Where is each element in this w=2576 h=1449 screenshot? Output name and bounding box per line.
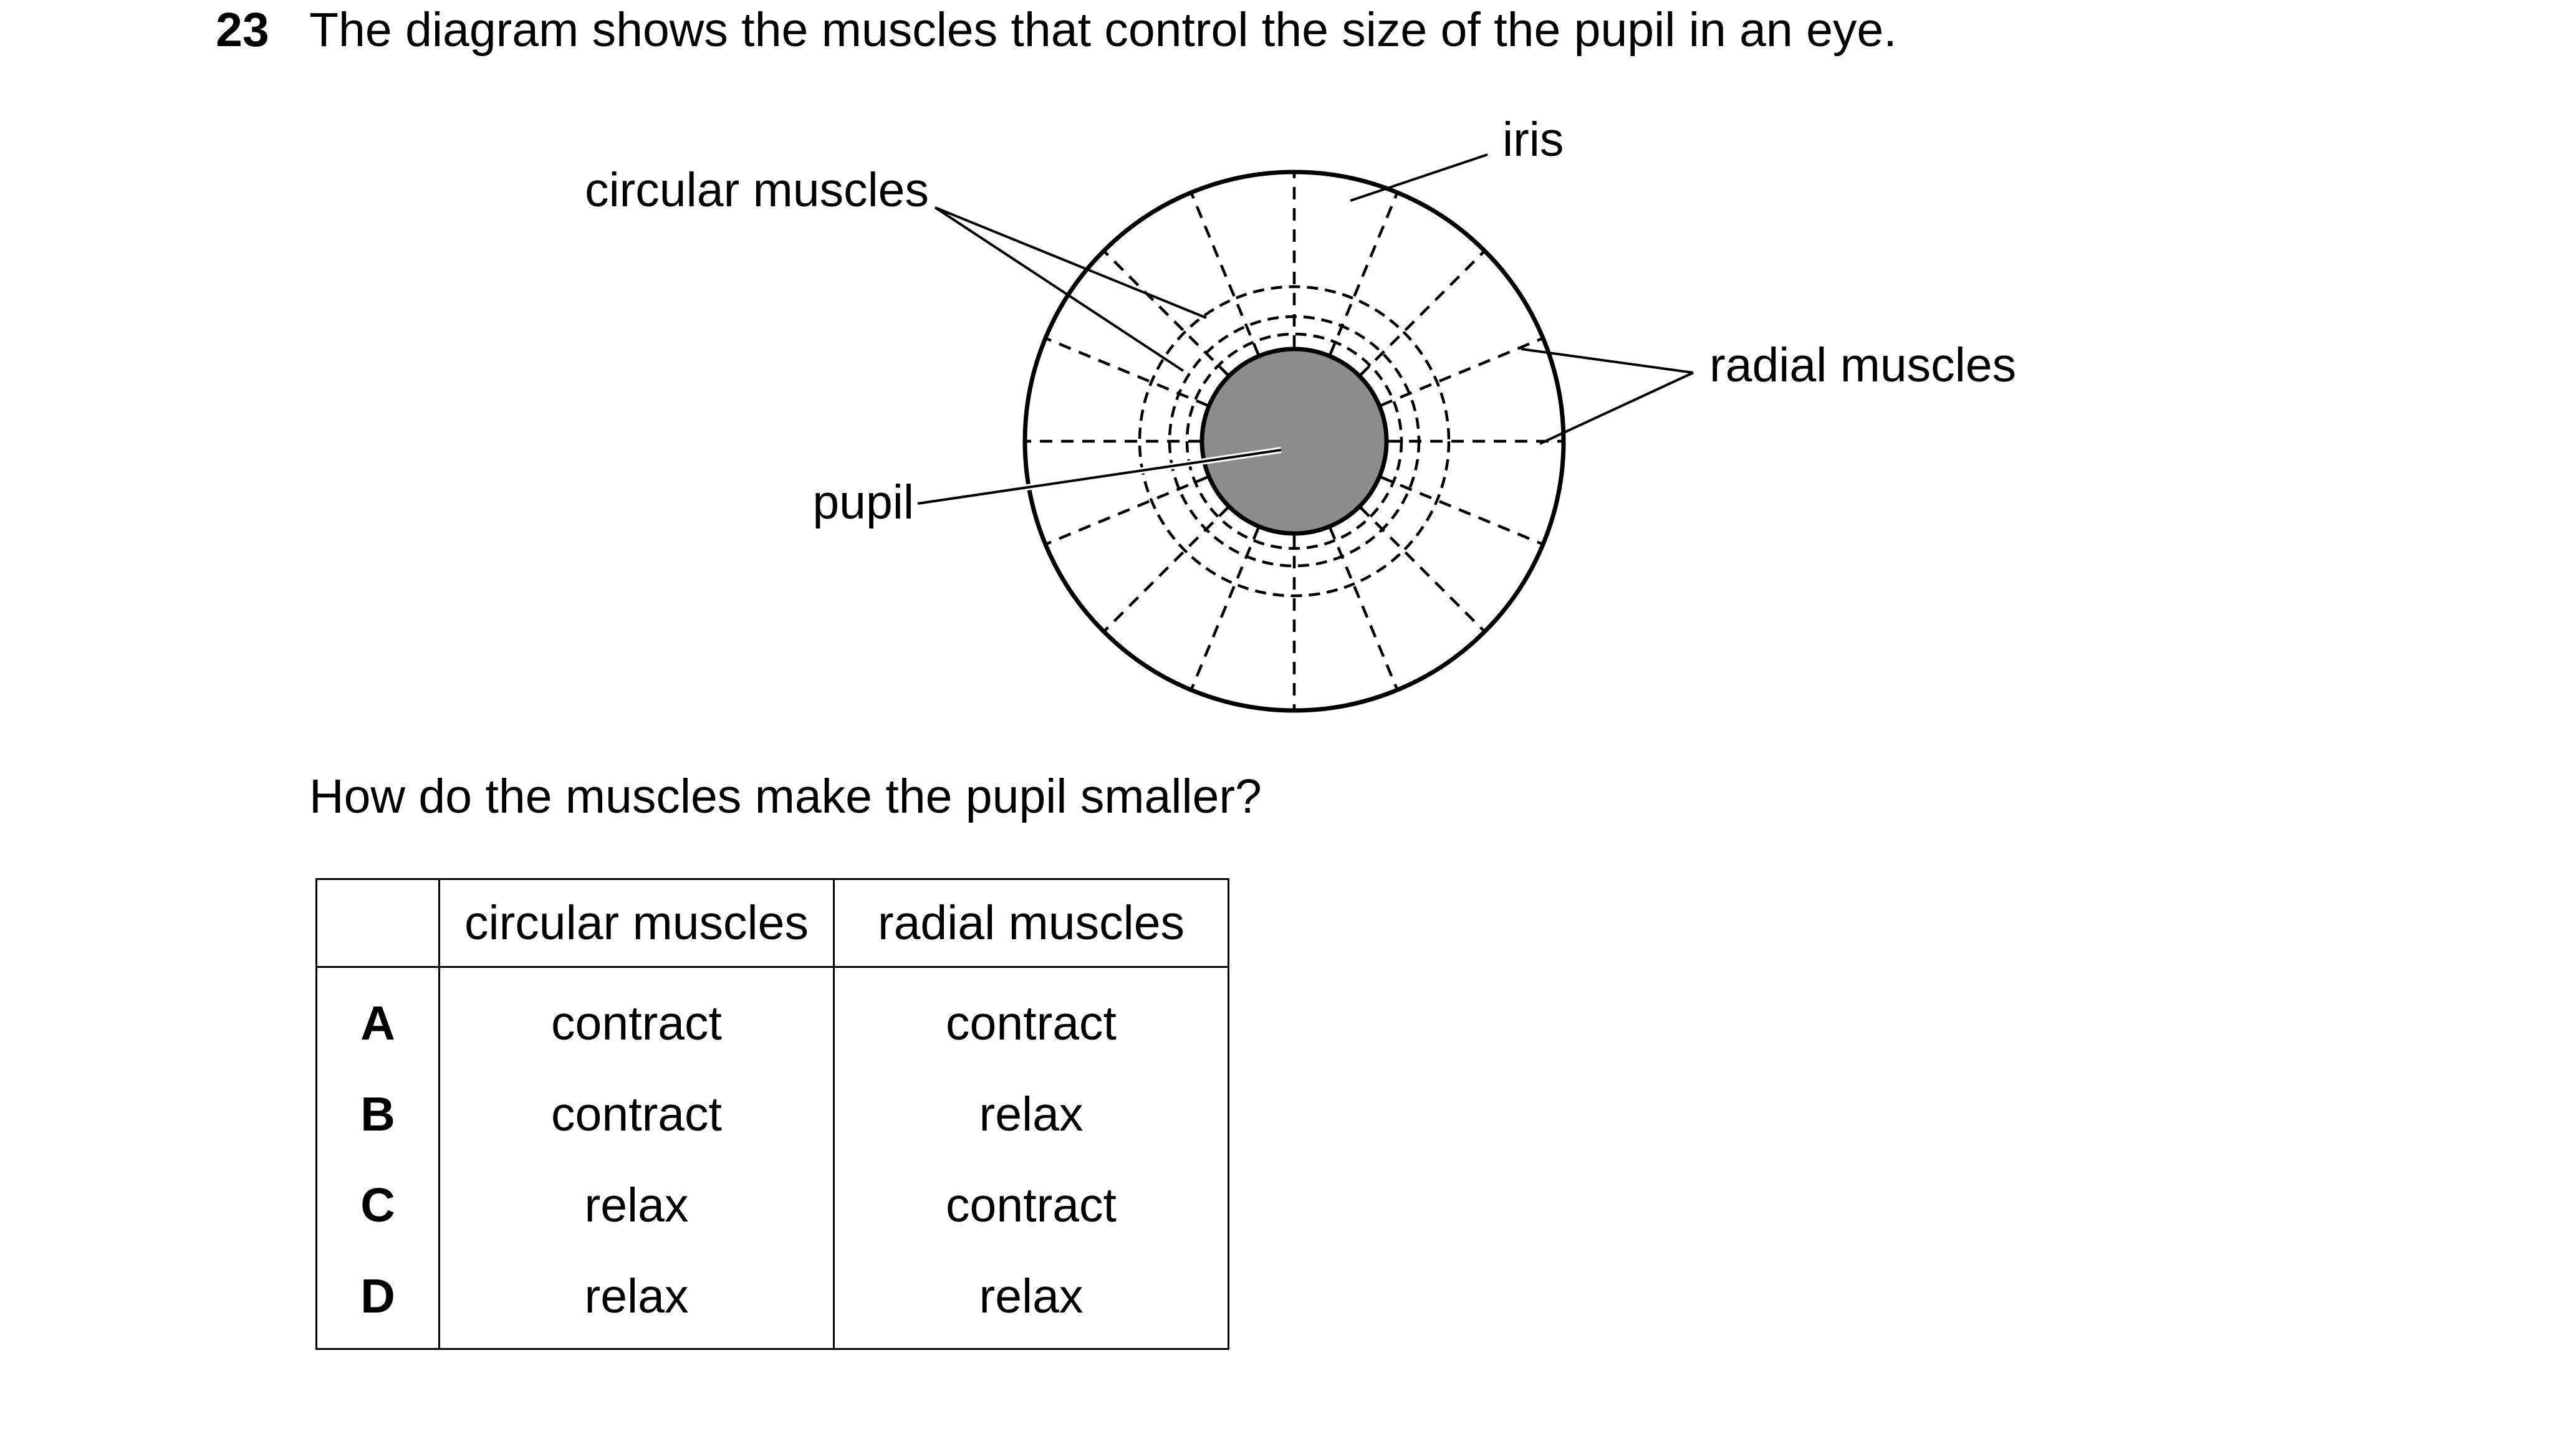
answer-option-c[interactable]: C relax contract (315, 1160, 1229, 1251)
answer-table: circular muscles radial muscles A contra… (315, 878, 1229, 1350)
answer-option-b[interactable]: B contract relax (315, 1069, 1229, 1160)
option-letter: B (315, 1069, 440, 1160)
circular-leader-line (935, 206, 1207, 319)
answer-option-a[interactable]: A contract contract (315, 967, 1229, 1069)
option-letter: C (315, 1160, 440, 1251)
radial-muscle-line (1380, 337, 1543, 407)
radial-muscle-line (1190, 527, 1260, 690)
header-circular-muscles: circular muscles (438, 878, 835, 968)
circular-muscles-cell: relax (438, 1160, 835, 1251)
radial-muscle-line (1329, 193, 1398, 356)
radial-muscle-line (1045, 337, 1209, 407)
circular-leader-line (934, 206, 1185, 372)
question-prompt: How do the muscles make the pupil smalle… (309, 770, 1262, 823)
header-radial-muscles: radial muscles (833, 878, 1229, 968)
header-blank (315, 878, 440, 968)
radial-muscles-cell: contract (833, 967, 1229, 1069)
radial-muscles-label: radial muscles (1709, 338, 2016, 392)
circular-muscles-cell: relax (438, 1251, 835, 1350)
radial-muscles-cell: contract (833, 1160, 1229, 1251)
radial-muscles-cell: relax (833, 1069, 1229, 1160)
radial-muscle-line (1329, 527, 1398, 690)
option-letter: D (315, 1251, 440, 1350)
radial-leader-line (1521, 348, 1694, 374)
pupil-label: pupil (812, 476, 914, 529)
option-letter: A (315, 967, 440, 1069)
table-header-row: circular muscles radial muscles (315, 878, 1229, 968)
circular-muscles-cell: contract (438, 1069, 835, 1160)
iris-label: iris (1502, 113, 1564, 166)
eye-diagram: iris circular muscles radial muscles pup… (585, 113, 2016, 713)
circular-muscles-label: circular muscles (585, 163, 929, 217)
answer-option-d[interactable]: D relax relax (315, 1251, 1229, 1350)
radial-muscle-line (1045, 476, 1209, 545)
radial-muscle-line (1380, 476, 1543, 545)
circular-muscles-cell: contract (438, 967, 835, 1069)
iris-leader-line (1350, 153, 1488, 202)
pupil (1199, 347, 1389, 536)
radial-muscle-line (1190, 193, 1260, 356)
radial-muscles-cell: relax (833, 1251, 1229, 1350)
